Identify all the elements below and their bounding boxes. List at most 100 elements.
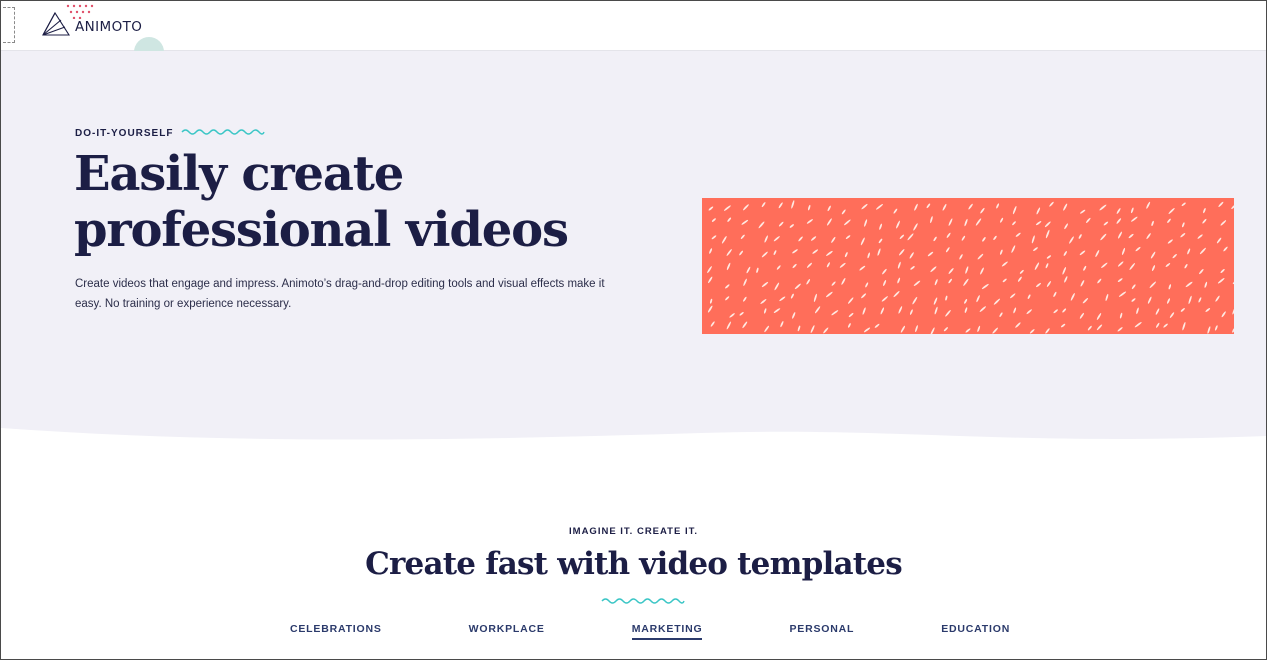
confetti-stroke (1095, 250, 1100, 257)
confetti-stroke (739, 312, 744, 316)
confetti-stroke (897, 261, 901, 269)
confetti-stroke (964, 307, 968, 313)
confetti-stroke (979, 306, 986, 312)
confetti-stroke (1117, 278, 1123, 282)
confetti-pattern (707, 200, 1234, 334)
confetti-stroke (980, 207, 985, 214)
template-category-tabs: CELEBRATIONS WORKPLACE MARKETING PERSONA… (290, 623, 1010, 640)
confetti-stroke (1000, 217, 1004, 223)
confetti-stroke (826, 218, 832, 226)
confetti-stroke (1053, 291, 1057, 297)
confetti-stroke (843, 219, 851, 226)
confetti-stroke (898, 306, 903, 314)
confetti-stroke (1214, 325, 1218, 331)
confetti-stroke (1221, 311, 1226, 318)
confetti-stroke (909, 309, 913, 315)
confetti-stroke (839, 262, 846, 268)
confetti-stroke (1036, 207, 1041, 215)
confetti-stroke (743, 278, 747, 286)
confetti-stroke (798, 236, 803, 242)
confetti-stroke (1086, 217, 1091, 223)
confetti-stroke (1064, 276, 1068, 283)
confetti-stroke (1167, 218, 1171, 223)
confetti-stroke (1155, 308, 1160, 315)
tab-workplace[interactable]: WORKPLACE (469, 623, 545, 638)
confetti-stroke (1033, 247, 1038, 251)
confetti-stroke (980, 267, 984, 275)
confetti-stroke (831, 310, 839, 316)
confetti-stroke (1049, 201, 1054, 207)
confetti-stroke (707, 266, 712, 274)
confetti-stroke (948, 278, 953, 284)
confetti-stroke (893, 208, 898, 214)
confetti-stroke (790, 293, 794, 299)
confetti-stroke (794, 283, 801, 290)
decorative-dashed-bracket (3, 7, 15, 43)
confetti-stroke (1001, 261, 1008, 267)
confetti-stroke (1168, 284, 1171, 290)
confetti-stroke (881, 296, 888, 302)
confetti-stroke (709, 248, 713, 254)
confetti-stroke (964, 218, 968, 227)
confetti-stroke (1017, 276, 1022, 282)
confetti-stroke (723, 205, 731, 211)
tab-marketing[interactable]: MARKETING (631, 623, 703, 640)
confetti-stroke (913, 223, 918, 231)
confetti-stroke (1012, 205, 1017, 215)
confetti-stroke (727, 217, 732, 222)
animoto-logo[interactable]: ANIMOTO (41, 11, 142, 37)
hero-title: Easily create professional videos (74, 146, 634, 258)
hero-video-thumbnail[interactable] (702, 198, 1234, 334)
confetti-stroke (1045, 263, 1049, 269)
confetti-stroke (1079, 312, 1084, 319)
confetti-stroke (864, 219, 868, 227)
confetti-stroke (1149, 281, 1156, 289)
confetti-stroke (1147, 296, 1152, 304)
confetti-stroke (761, 251, 768, 258)
confetti-stroke (861, 293, 867, 299)
confetti-stroke (963, 278, 969, 286)
confetti-stroke (844, 252, 848, 258)
tab-education[interactable]: EDUCATION (941, 623, 1010, 638)
confetti-stroke (867, 252, 870, 259)
confetti-stroke (965, 266, 969, 274)
confetti-stroke (774, 282, 780, 291)
confetti-stroke (773, 308, 781, 313)
confetti-stroke (859, 265, 866, 271)
confetti-stroke (1118, 231, 1122, 239)
confetti-stroke (909, 252, 914, 259)
confetti-stroke (913, 280, 921, 286)
confetti-stroke (1169, 312, 1175, 318)
confetti-stroke (1101, 262, 1108, 269)
confetti-stroke (878, 238, 883, 244)
tab-personal[interactable]: PERSONAL (789, 623, 854, 638)
confetti-stroke (1117, 327, 1123, 332)
confetti-stroke (1013, 307, 1017, 314)
tab-celebrations[interactable]: CELEBRATIONS (290, 623, 382, 638)
confetti-stroke (1053, 309, 1058, 314)
confetti-stroke (740, 234, 745, 239)
confetti-stroke (1197, 234, 1203, 239)
confetti-stroke (1217, 278, 1225, 284)
confetti-stroke (975, 218, 982, 226)
confetti-stroke (1015, 322, 1021, 328)
confetti-stroke (742, 321, 748, 329)
confetti-stroke (879, 223, 883, 230)
confetti-stroke (976, 295, 980, 303)
confetti-stroke (899, 234, 905, 240)
confetti-stroke (1187, 248, 1191, 255)
hero-eyebrow: DO-IT-YOURSELF (75, 128, 174, 139)
confetti-stroke (773, 236, 780, 242)
confetti-stroke (1184, 264, 1188, 269)
confetti-stroke (1082, 298, 1089, 304)
hero-title-line1: Easily create (74, 146, 404, 202)
confetti-stroke (711, 218, 716, 222)
confetti-stroke (948, 268, 954, 274)
confetti-stroke (813, 293, 817, 303)
confetti-stroke (743, 296, 747, 302)
confetti-stroke (1181, 202, 1186, 206)
confetti-stroke (900, 325, 906, 333)
confetti-stroke (1180, 308, 1185, 312)
animoto-logo-icon (42, 11, 71, 36)
logo-text: ANIMOTO (75, 19, 143, 35)
